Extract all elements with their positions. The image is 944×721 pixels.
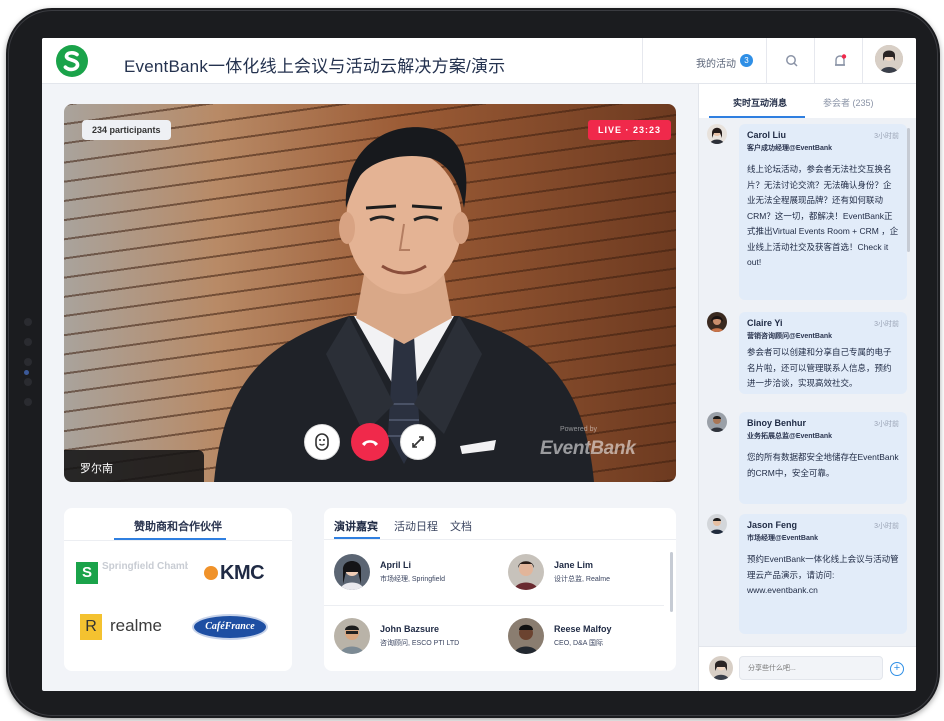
fullscreen-button[interactable] [400,424,436,460]
speaker-role: 设计总监, Realme [554,576,611,583]
app-screen: EventBank一体化线上会议与活动云解决方案/演示 我的活动 3 234 p… [42,38,916,691]
message-time: 3小时前 [874,523,899,530]
message-sender-role: 客户成功经理@EventBank [747,145,833,152]
eventbank-watermark: EventBank [540,438,636,459]
chat-tabs: 实时互动消息 参会者 (235) [699,84,916,118]
message-sender-role: 营销咨询顾问@EventBank [747,333,833,340]
header-divider [766,38,767,84]
message-time: 3小时前 [874,421,899,428]
my-activity-link[interactable]: 我的活动 [696,55,736,70]
chat-tab-indicator [709,116,805,118]
message-text: 您的所有数据都安全地储存在EventBank的CRM中，安全可靠。 [747,452,899,478]
sponsors-title: 赞助商和合作伙伴 [134,521,222,533]
speaker-name-label: 罗尔南 [64,450,204,482]
plus-circle-icon[interactable]: + [890,662,904,676]
speaker-name: Jane Lim [554,560,594,570]
speaker-row-divider [324,605,664,606]
hang-up-button[interactable] [351,423,389,461]
message-avatar [707,412,727,432]
tab-documents[interactable]: 文档 [450,518,472,534]
live-video-stage[interactable]: 234 participants LIVE · 23:23 罗尔南 Powere… [64,104,676,482]
sponsors-card: 赞助商和合作伙伴 S Springfield Chamber of Comm K… [64,508,292,671]
message-time: 3小时前 [874,321,899,328]
phone-hangup-icon [362,440,378,446]
tabs-divider [324,539,676,540]
message-text: 预约EventBank一体化线上会议与活动管理云产品演示，请访问: www.ev… [747,554,899,595]
speaker-avatar [508,618,544,654]
chat-message-input[interactable] [739,656,883,680]
message-sender-role: 市场经理@EventBank [747,535,819,542]
speaker-role: 咨询顾问, ESCO PTI LTD [380,640,460,647]
tab-speakers[interactable]: 演讲嘉宾 [334,518,378,534]
emoji-icon [315,433,329,451]
my-activity-badge: 3 [740,54,753,67]
participants-count: 234 participants [82,120,171,140]
live-badge: LIVE · 23:23 [588,120,672,140]
message-text: 参会者可以创建和分享自己专属的电子名片啦，还可以管理联系人信息，预约进一步洽谈，… [747,347,892,388]
speaker-avatar [334,618,370,654]
sponsor-logo-springfield[interactable]: S Springfield Chamber of Comm [76,560,188,586]
tab-live-messages[interactable]: 实时互动消息 [733,96,787,109]
message-avatar [707,124,727,144]
tab-agenda[interactable]: 活动日程 [394,518,438,534]
speaker-role: 市场经理, Springfield [380,576,445,583]
speaker-avatar [334,554,370,590]
message-time: 3小时前 [874,133,899,140]
speaker-role: CEO, D&A 国际 [554,640,604,647]
speaker-name: John Bazsure [380,624,440,634]
search-icon[interactable] [782,51,802,71]
my-avatar [709,656,733,680]
chat-panel: 实时互动消息 参会者 (235) Carol Liu 3小时前 客户成功经理@E… [698,84,916,691]
sponsor-logo-cafefrance[interactable]: CaféFrance [192,614,268,640]
header-divider [642,38,643,84]
message-avatar [707,312,727,332]
tab-attendees[interactable]: 参会者 (235) [823,96,874,109]
page-title: EventBank一体化线上会议与活动云解决方案/演示 [124,57,506,76]
message-avatar [707,514,727,534]
speaker-name: April Li [380,560,411,570]
top-header: EventBank一体化线上会议与活动云解决方案/演示 我的活动 3 [42,38,916,84]
speakers-card: 演讲嘉宾 活动日程 文档 April Li 市场经理, Springfield … [324,508,676,671]
message-text: 线上论坛活动，参会者无法社交互换名片？无法讨论交流？无法确认身份？企业无法全程展… [747,164,899,267]
header-divider [814,38,815,84]
bezel-sensors [22,318,34,418]
sponsors-divider [64,540,292,541]
expand-icon [412,436,424,448]
speakers-scrollbar[interactable] [670,552,673,612]
chat-input-bar: + [699,646,916,691]
speaker-avatar [508,554,544,590]
bell-icon[interactable] [830,51,850,71]
watermark-prefix: Powered by [560,426,597,433]
speaker-name: Reese Malfoy [554,624,612,634]
front-camera [24,370,29,375]
eventbank-logo-icon[interactable] [56,45,88,77]
message-sender-role: 业务拓展总监@EventBank [747,433,833,440]
user-avatar[interactable] [875,45,903,73]
chat-scrollbar[interactable] [907,128,910,252]
emoji-reaction-button[interactable] [304,424,340,460]
header-divider [862,38,863,84]
